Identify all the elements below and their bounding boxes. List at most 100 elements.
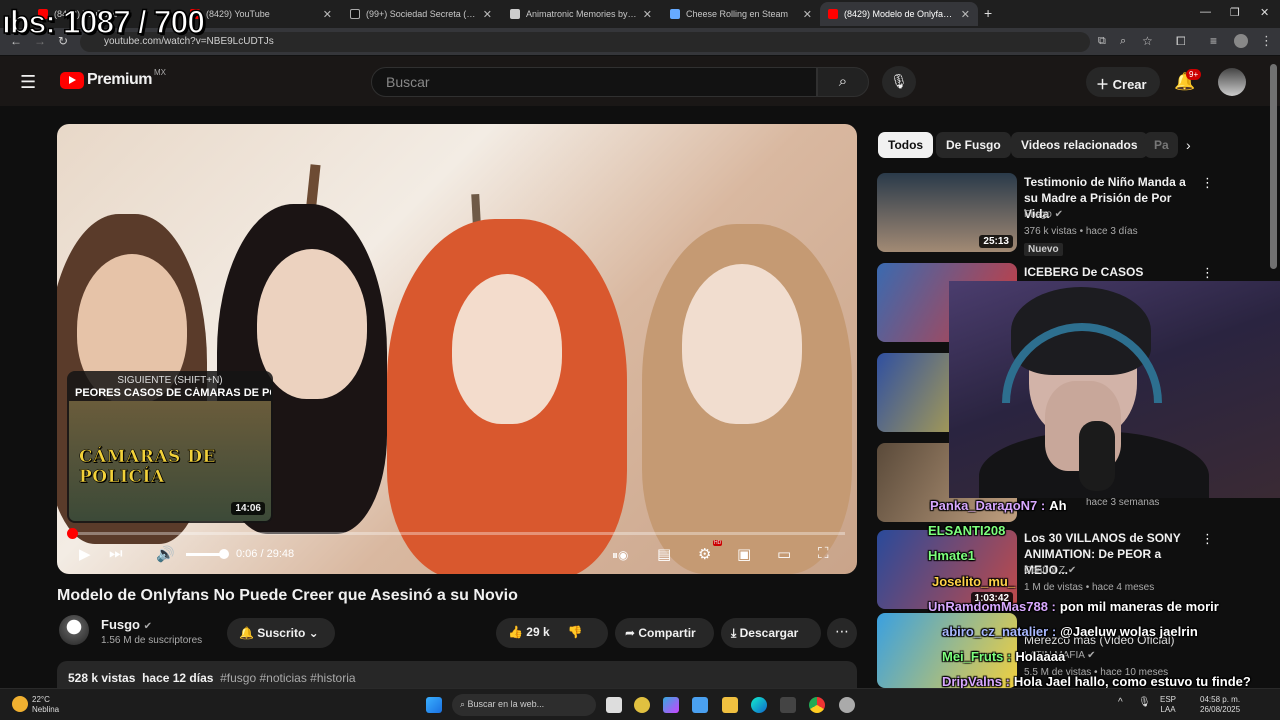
miniplayer-icon[interactable]: ▣	[737, 545, 751, 563]
app-icon[interactable]	[780, 697, 796, 713]
more-options-icon[interactable]: ⋮	[1201, 175, 1214, 191]
weather-widget[interactable]: 22°C Neblina	[32, 695, 59, 715]
weather-icon[interactable]	[12, 696, 28, 712]
progress-bar[interactable]	[66, 528, 845, 539]
youtube-premium-logo[interactable]: Premium MX	[60, 67, 166, 89]
progress-scrubber[interactable]	[66, 528, 78, 539]
taskbar-clock[interactable]: 04:58 p. m. 26/08/2025	[1200, 695, 1240, 715]
chip-videos-relacionados[interactable]: Videos relacionados	[1011, 132, 1148, 158]
copilot-icon[interactable]	[663, 697, 679, 713]
download-button[interactable]: ⤓ Descargar	[721, 618, 821, 648]
chip-todos[interactable]: Todos	[878, 132, 934, 158]
task-view-icon[interactable]	[606, 697, 622, 713]
close-tab-icon[interactable]: ✕	[323, 8, 332, 21]
zoom-icon[interactable]: ⌕	[1120, 35, 1126, 48]
search-button[interactable]: ⌕	[817, 67, 869, 97]
recommendation-thumbnail[interactable]: 25:13	[877, 173, 1017, 252]
windows-start-icon[interactable]	[426, 697, 442, 713]
subscribed-label: Suscrito	[257, 626, 306, 640]
tray-chevron-icon[interactable]: ^	[1118, 697, 1123, 708]
taskbar-search-input[interactable]: ⌕ Buscar en la web...	[452, 694, 596, 716]
play-icon[interactable]: ▶	[79, 545, 91, 563]
edge-icon[interactable]	[751, 697, 767, 713]
verified-icon: ✔	[143, 621, 153, 632]
close-tab-icon[interactable]: ✕	[643, 8, 652, 21]
language-indicator[interactable]: ESP LAA	[1160, 695, 1176, 715]
chat-username: DripValns :	[942, 674, 1010, 689]
recommendation-channel-text: Control Z	[1024, 565, 1066, 576]
install-app-icon[interactable]: ⧉	[1098, 35, 1106, 48]
browser-menu-icon[interactable]: ⋮	[1260, 33, 1273, 49]
dislike-icon[interactable]: 👎	[568, 625, 583, 639]
recommendation-title[interactable]: ICEBERG De CASOS	[1024, 264, 1199, 280]
recommendation-channel[interactable]: Control Z ✔	[1024, 565, 1076, 576]
store-icon[interactable]	[692, 697, 708, 713]
up-next-duration: 14:06	[231, 502, 265, 515]
subscribed-button[interactable]: 🔔 Suscrito ⌄	[227, 618, 335, 648]
search-input[interactable]: Buscar	[371, 67, 817, 97]
recommendation-thumbnail[interactable]: 1:03:42	[877, 530, 1017, 609]
voice-search-button[interactable]: 🎙	[882, 66, 916, 98]
hamburger-menu-icon[interactable]: ☰	[20, 72, 36, 93]
file-explorer-icon[interactable]	[722, 697, 738, 713]
lang-top: ESP	[1160, 695, 1177, 704]
profile-icon[interactable]	[1234, 34, 1248, 48]
chip-partial[interactable]: Pa	[1144, 132, 1178, 158]
like-icon[interactable]: 👍	[508, 625, 526, 639]
chat-username: Hmate1	[928, 548, 975, 563]
close-window-icon[interactable]: ✕	[1260, 6, 1269, 19]
like-dislike-button[interactable]: 👍 29 k 👎	[496, 618, 608, 648]
next-video-icon[interactable]: ⏭	[109, 545, 123, 562]
tab-title: (8429) YouTube	[206, 9, 270, 19]
page-scrollbar[interactable]	[1270, 64, 1277, 269]
extensions-icon[interactable]: ⧠	[1176, 34, 1186, 49]
chat-text: Ah	[1049, 498, 1067, 513]
volume-icon[interactable]: 🔊	[156, 545, 175, 563]
maximize-icon[interactable]: ❐	[1230, 6, 1240, 19]
close-tab-icon[interactable]: ✕	[961, 8, 970, 21]
url-field[interactable]: youtube.com/watch?v=NBE9LcUDTJs	[80, 32, 1090, 52]
plus-icon: ＋	[1096, 77, 1113, 92]
chat-username: Joselito_mu_	[932, 574, 1016, 589]
account-avatar[interactable]	[1218, 68, 1246, 96]
close-tab-icon[interactable]: ✕	[803, 8, 812, 21]
create-button[interactable]: ＋ Crear	[1086, 67, 1160, 97]
chevron-right-icon[interactable]: ›	[1186, 137, 1191, 153]
more-options-icon[interactable]: ⋮	[1201, 531, 1214, 547]
browser-tab[interactable]: Animatronic Memories by Inks... ✕	[502, 2, 660, 26]
chrome-icon[interactable]	[809, 697, 825, 713]
browser-tab[interactable]: (8429) YouTube ✕	[182, 2, 340, 26]
more-options-icon[interactable]: ⋮	[1201, 265, 1214, 281]
streamer-webcam	[949, 281, 1280, 498]
logo-text: Premium	[87, 71, 152, 88]
fullscreen-icon[interactable]: ⛶	[818, 545, 829, 562]
browser-tab[interactable]: Cheese Rolling en Steam ✕	[662, 2, 820, 26]
media-control-icon[interactable]: ≡	[1210, 34, 1217, 48]
up-next-card[interactable]: SIGUIENTE (SHIFT+N) PEORES CASOS DE CÁMA…	[67, 371, 273, 523]
tray-mic-icon[interactable]: 🎙	[1138, 697, 1151, 708]
channel-name[interactable]: Fusgo ✔	[101, 617, 152, 632]
new-tab-icon[interactable]: +	[984, 5, 992, 21]
video-player[interactable]: SIGUIENTE (SHIFT+N) PEORES CASOS DE CÁMA…	[57, 124, 857, 574]
recommendation-channel[interactable]: Fusgo ✔	[1024, 209, 1063, 220]
app-icon[interactable]	[634, 697, 650, 713]
tab-title: (99+) Sociedad Secreta (@socie...	[366, 9, 477, 19]
hashtags[interactable]: #fusgo #noticias #historia	[220, 671, 355, 685]
close-tab-icon[interactable]: ✕	[483, 8, 492, 21]
bookmark-star-icon[interactable]: ☆	[1142, 34, 1153, 48]
browser-tab[interactable]: (99+) Sociedad Secreta (@socie... ✕	[342, 2, 500, 26]
subtitles-icon[interactable]: ▤	[657, 545, 671, 563]
settings-gear-icon[interactable]: ⚙	[698, 545, 711, 563]
theater-mode-icon[interactable]: ▭	[777, 545, 791, 563]
autoplay-toggle-icon[interactable]: ⏸◉	[612, 548, 628, 563]
app-icon[interactable]	[839, 697, 855, 713]
browser-tab-active[interactable]: (8429) Modelo de Onlyfans... ✕	[820, 2, 978, 26]
minimize-icon[interactable]: —	[1200, 6, 1211, 18]
region-code: MX	[153, 67, 166, 77]
verified-icon: ✔	[1087, 650, 1096, 661]
channel-avatar[interactable]	[59, 615, 89, 645]
more-actions-icon[interactable]: ⋯	[827, 618, 857, 648]
chip-de-fusgo[interactable]: De Fusgo	[936, 132, 1011, 158]
share-button[interactable]: ➦ Compartir	[615, 618, 714, 648]
volume-knob[interactable]	[219, 549, 229, 559]
